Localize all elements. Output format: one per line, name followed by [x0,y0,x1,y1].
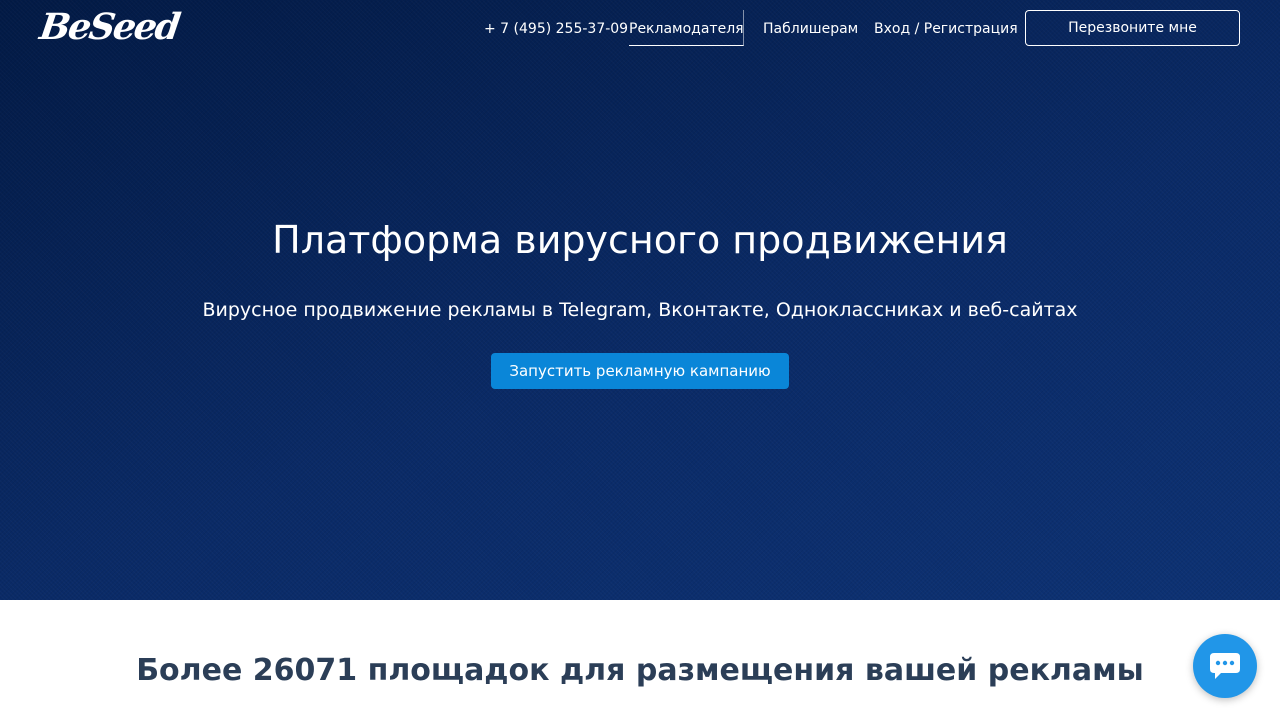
hero-title: Платформа вирусного продвижения [272,218,1008,262]
stats-title: Более 26071 площадок для размещения ваше… [136,653,1144,688]
phone-link[interactable]: + 7 (495) 255-37-09 [484,20,628,38]
top-nav: + 7 (495) 255-37-09 Рекламодателям Пабли… [0,0,1280,56]
chat-bubble-icon [1210,653,1240,679]
hero-section: BeSeed + 7 (495) 255-37-09 Рекламодателя… [0,0,1280,600]
launch-campaign-button[interactable]: Запустить рекламную кампанию [491,353,789,389]
callback-button[interactable]: Перезвоните мне [1025,10,1240,46]
nav-item-publishers[interactable]: Паблишерам [763,20,858,38]
chat-button[interactable] [1193,634,1257,698]
hero-subtitle: Вирусное продвижение рекламы в Telegram,… [202,299,1078,321]
nav-item-advertisers[interactable]: Рекламодателям [629,10,744,46]
nav-item-login[interactable]: Вход / Регистрация [874,20,1018,38]
